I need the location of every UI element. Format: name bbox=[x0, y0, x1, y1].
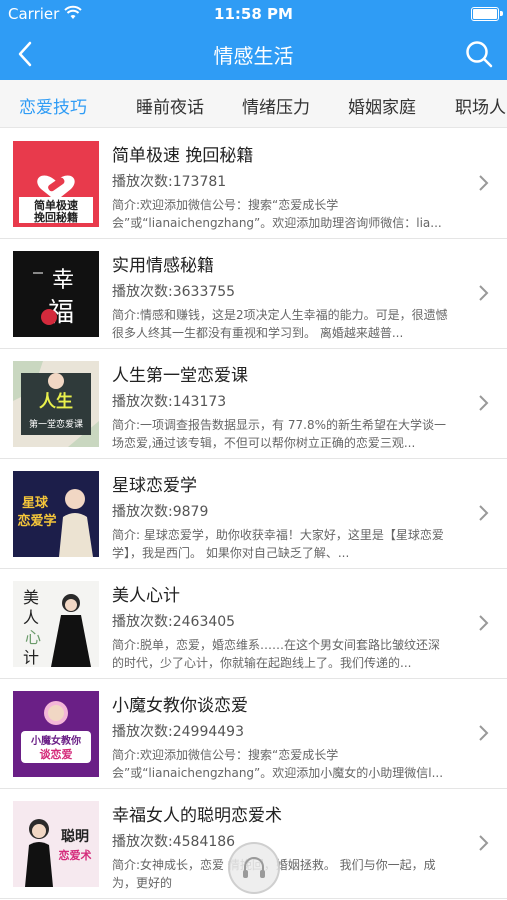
album-description: 简介:欢迎添加微信公号：搜索“恋爱成长学会”或“lianaichengzhang… bbox=[112, 748, 444, 780]
tab-workplace[interactable]: 职场人 bbox=[455, 93, 506, 118]
play-count: 播放次数:143173 bbox=[112, 394, 227, 410]
tab-bedtime-talk[interactable]: 睡前夜话 bbox=[136, 93, 204, 118]
play-count: 播放次数:173781 bbox=[112, 174, 227, 190]
search-icon[interactable] bbox=[463, 38, 495, 70]
headphones-icon bbox=[243, 857, 265, 878]
chevron-right-icon bbox=[479, 505, 489, 521]
category-tabs: 恋爱技巧 睡前夜话 情绪压力 婚姻家庭 职场人 bbox=[0, 80, 507, 128]
album-cover: 幸 福 bbox=[13, 251, 99, 337]
svg-text:恋爱学: 恋爱学 bbox=[17, 513, 56, 529]
tab-love-skills[interactable]: 恋爱技巧 bbox=[19, 93, 87, 118]
svg-text:第一堂恋爱课: 第一堂恋爱课 bbox=[29, 418, 83, 430]
play-count: 播放次数:4584186 bbox=[112, 834, 236, 850]
svg-text:人生: 人生 bbox=[39, 391, 73, 412]
album-title: 星球恋爱学 bbox=[112, 476, 197, 496]
tab-emotional-stress[interactable]: 情绪压力 bbox=[242, 93, 310, 118]
page-title: 情感生活 bbox=[213, 44, 294, 68]
svg-text:恋爱术: 恋爱术 bbox=[59, 848, 92, 862]
album-description: 简介:一项调查报告数据显示，有 77.8%的新生希望在大学谈一场恋爱,通过该专辑… bbox=[112, 418, 446, 450]
album-description: 简介:情感和赚钱，这是2项决定人生幸福的能力。可是，很遗憾很多人终其一生都没有重… bbox=[112, 308, 448, 340]
album-description: 简介: 星球恋爱学，助你收获幸福！大家好，这里是【星球恋爱学】，我是西门。 如果… bbox=[112, 528, 444, 560]
list-item[interactable]: 人生 第一堂恋爱课 人生第一堂恋爱课 播放次数:143173 简介:一项调查报告… bbox=[0, 349, 507, 459]
album-cover: 小魔女教你 谈恋爱 bbox=[13, 691, 99, 777]
tab-marriage-family[interactable]: 婚姻家庭 bbox=[348, 93, 416, 118]
chevron-right-icon bbox=[479, 395, 489, 411]
album-description: 简介:女神成长，恋爱 情挽回，婚姻拯救。 我们与你一起，成为，更好的 bbox=[112, 858, 436, 890]
clock: 11:58 PM bbox=[214, 5, 293, 23]
album-cover: 人生 第一堂恋爱课 bbox=[13, 361, 99, 447]
nav-bar: 情感生活 bbox=[0, 28, 507, 80]
svg-text:美: 美 bbox=[23, 588, 39, 607]
status-bar: Carrier 11:58 PM bbox=[0, 0, 507, 28]
svg-text:心: 心 bbox=[25, 628, 41, 647]
svg-text:星球: 星球 bbox=[22, 495, 49, 511]
album-cover: 聪明 恋爱术 bbox=[13, 801, 99, 887]
chevron-right-icon bbox=[479, 175, 489, 191]
album-cover: 美 人 心 计 bbox=[13, 581, 99, 667]
list-item[interactable]: 简单极速 挽回秘籍 简单极速 挽回秘籍 播放次数:173781 简介:欢迎添加微… bbox=[0, 129, 507, 239]
play-count: 播放次数:9879 bbox=[112, 504, 209, 520]
chevron-right-icon bbox=[479, 725, 489, 741]
chevron-right-icon bbox=[479, 285, 489, 301]
chevron-right-icon bbox=[479, 615, 489, 631]
album-description: 简介:欢迎添加微信公号：搜索“恋爱成长学会”或“lianaichengzhang… bbox=[112, 198, 442, 230]
svg-text:简单极速: 简单极速 bbox=[34, 198, 78, 212]
album-title: 人生第一堂恋爱课 bbox=[112, 366, 248, 386]
svg-text:挽回秘籍: 挽回秘籍 bbox=[34, 210, 78, 224]
album-title: 美人心计 bbox=[112, 586, 180, 606]
svg-text:计: 计 bbox=[23, 648, 39, 667]
play-count: 播放次数:3633755 bbox=[112, 284, 236, 300]
play-count: 播放次数:24994493 bbox=[112, 724, 244, 740]
album-cover: 星球 恋爱学 bbox=[13, 471, 99, 557]
svg-text:小魔女教你: 小魔女教你 bbox=[30, 734, 81, 747]
album-title: 小魔女教你谈恋爱 bbox=[112, 696, 248, 716]
list-item[interactable]: 美 人 心 计 美人心计 播放次数:2463405 简介:脱单，恋爱，婚恋维系…… bbox=[0, 569, 507, 679]
list-item[interactable]: 星球 恋爱学 星球恋爱学 播放次数:9879 简介: 星球恋爱学，助你收获幸福！… bbox=[0, 459, 507, 569]
album-title: 简单极速 挽回秘籍 bbox=[112, 146, 254, 166]
album-title: 幸福女人的聪明恋爱术 bbox=[112, 806, 282, 826]
svg-text:幸: 幸 bbox=[52, 268, 74, 293]
svg-text:聪明: 聪明 bbox=[61, 828, 89, 845]
album-cover: 简单极速 挽回秘籍 bbox=[13, 141, 99, 227]
svg-text:谈恋爱: 谈恋爱 bbox=[40, 747, 73, 761]
album-list: 简单极速 挽回秘籍 简单极速 挽回秘籍 播放次数:173781 简介:欢迎添加微… bbox=[0, 129, 507, 899]
svg-text:人: 人 bbox=[23, 608, 39, 627]
album-description: 简介:脱单，恋爱，婚恋维系……在这个男女间套路比皱纹还深的时代，少了心计，你就输… bbox=[112, 638, 441, 670]
player-float-button[interactable] bbox=[228, 842, 280, 894]
battery-icon bbox=[471, 7, 503, 21]
list-item[interactable]: 幸 福 实用情感秘籍 播放次数:3633755 简介:情感和赚钱，这是2项决定人… bbox=[0, 239, 507, 349]
play-count: 播放次数:2463405 bbox=[112, 614, 236, 630]
chevron-right-icon bbox=[479, 835, 489, 851]
list-item[interactable]: 小魔女教你 谈恋爱 小魔女教你谈恋爱 播放次数:24994493 简介:欢迎添加… bbox=[0, 679, 507, 789]
album-title: 实用情感秘籍 bbox=[112, 256, 214, 276]
